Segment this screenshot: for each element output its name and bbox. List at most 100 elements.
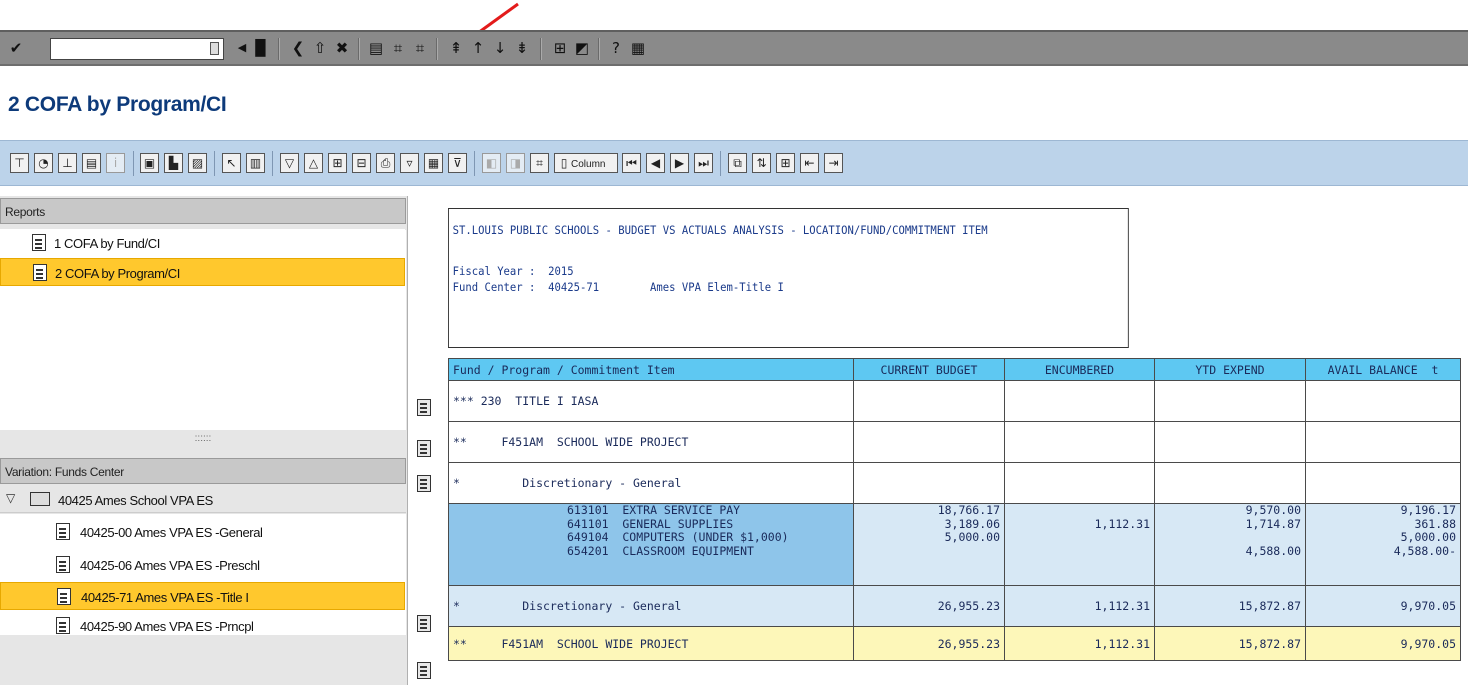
drilldown-row-icon[interactable] [417, 615, 431, 632]
info-icon[interactable]: i [106, 153, 125, 173]
drilldown-row-icon[interactable] [417, 440, 431, 457]
first-col-icon[interactable]: ⏮ [622, 153, 641, 173]
row-label: * Discretionary - General [448, 585, 854, 627]
layout-icon[interactable]: ⊞ [776, 153, 795, 173]
drilldown-row-icon[interactable] [417, 475, 431, 492]
columns-icon[interactable]: ▥ [246, 153, 265, 173]
toolbar-separator [436, 38, 438, 60]
expand-triangle-icon[interactable]: ▽ [6, 491, 15, 505]
column-header-fund[interactable]: Fund / Program / Commitment Item [448, 358, 854, 381]
spreadsheet-icon[interactable]: ▨ [188, 153, 207, 173]
drilldown-icon[interactable]: ↖ [222, 153, 241, 173]
help-icon[interactable]: ? [608, 40, 624, 56]
subtotal-row[interactable]: * Discretionary - General 26,955.23 1,11… [448, 585, 1461, 627]
shortcut-icon[interactable]: ◩ [574, 40, 590, 56]
last-page-icon[interactable]: ⇟ [514, 40, 530, 56]
detail-rows[interactable]: 613101 EXTRA SERVICE PAY 641101 GENERAL S… [448, 503, 1461, 586]
variation-item-label: 40425-90 Ames VPA ES -Prncpl [80, 619, 254, 634]
switch-icon[interactable]: ⧉ [728, 153, 747, 173]
table-row[interactable]: ** F451AM SCHOOL WIDE PROJECT [448, 421, 1461, 463]
folder-label: 40425 Ames School VPA ES [58, 493, 213, 508]
toolbar-separator [272, 151, 273, 176]
variation-folder[interactable]: ▽ 40425 Ames School VPA ES [0, 485, 406, 513]
last-col-icon[interactable]: ⏭ [694, 153, 713, 173]
hierarchy-icon[interactable]: ⊤ [10, 153, 29, 173]
cell-value [858, 545, 1000, 559]
col-left-icon[interactable]: ⇤ [800, 153, 819, 173]
variation-item-90[interactable]: 40425-90 Ames VPA ES -Prncpl [0, 612, 405, 640]
exit-icon[interactable]: ⇧ [312, 40, 328, 56]
display-icon[interactable]: ▦ [424, 153, 443, 173]
drilldown-row-icon[interactable] [417, 399, 431, 416]
print-icon[interactable]: ▤ [368, 40, 384, 56]
table-icon[interactable]: ▤ [82, 153, 101, 173]
panel-splitter[interactable]: :::::: [0, 434, 406, 454]
variation-item-00[interactable]: 40425-00 Ames VPA ES -General [0, 518, 405, 546]
variation-item-06[interactable]: 40425-06 Ames VPA ES -Preschl [0, 551, 405, 579]
cell-value: 361.88 [1414, 516, 1456, 531]
row-label: * Discretionary - General [448, 462, 854, 504]
local-file-icon[interactable]: ▙ [164, 153, 183, 173]
detail-labels: 613101 EXTRA SERVICE PAY 641101 GENERAL S… [448, 503, 854, 586]
find-icon[interactable]: ⌗ [390, 40, 406, 56]
col-right-icon[interactable]: ⇥ [824, 153, 843, 173]
drilldown-row-icon[interactable] [417, 662, 431, 679]
previous-page-icon[interactable]: ↑ [470, 40, 486, 56]
print-icon[interactable]: ⎙ [376, 153, 395, 173]
command-field[interactable] [50, 38, 224, 60]
prev-col-icon[interactable]: ◀ [646, 153, 665, 173]
first-page-icon[interactable]: ⇞ [448, 40, 464, 56]
column-button[interactable]: ▯ Column [554, 153, 618, 173]
expand-all-icon[interactable]: ⊞ [328, 153, 347, 173]
column-header-budget[interactable]: CURRENT BUDGET [853, 358, 1005, 381]
find-next-icon[interactable]: ⌗ [412, 40, 428, 56]
right-col-icon[interactable]: ◨ [506, 153, 525, 173]
collapse-icon[interactable]: △ [304, 153, 323, 173]
filter-icon[interactable]: ▿ [400, 153, 419, 173]
column-header-ytd[interactable]: YTD EXPEND [1154, 358, 1306, 381]
cell-value [1009, 545, 1150, 559]
expand-icon[interactable]: ▽ [280, 153, 299, 173]
report-item-1[interactable]: 1 COFA by Fund/CI [0, 229, 405, 257]
left-col-icon[interactable]: ◧ [482, 153, 501, 173]
report-item-label: 2 COFA by Program/CI [55, 266, 180, 281]
cell-value: 5,000.00 [944, 530, 1000, 544]
left-navigation-panel: Reports 1 COFA by Fund/CI 2 COFA by Prog… [0, 196, 408, 685]
next-col-icon[interactable]: ▶ [670, 153, 689, 173]
structure-icon[interactable]: ⊥ [58, 153, 77, 173]
application-toolbar: ⊤ ◔ ⊥ ▤ i ▣ ▙ ▨ ↖ ▥ ▽ △ ⊞ ⊟ ⎙ ▿ ▦ ⊽ ◧ ◨ … [0, 140, 1468, 186]
export-icon[interactable]: ▣ [140, 153, 159, 173]
cell-value: 1,714.87 [1245, 516, 1301, 531]
variation-item-71[interactable]: 40425-71 Ames VPA ES -Title I [0, 582, 405, 610]
layout-icon[interactable]: ▦ [630, 40, 646, 56]
table-row[interactable]: *** 230 TITLE I IASA [448, 380, 1461, 422]
row-label: ** F451AM SCHOOL WIDE PROJECT [448, 421, 854, 463]
report-item-2[interactable]: 2 COFA by Program/CI [0, 258, 405, 286]
report-item-label: 1 COFA by Fund/CI [54, 236, 160, 251]
filter-funnel-icon[interactable]: ⊽ [448, 153, 467, 173]
cell-value: 1,112.31 [1004, 585, 1155, 627]
cancel-icon[interactable]: ✖ [334, 40, 350, 56]
create-session-icon[interactable]: ⊞ [552, 40, 568, 56]
table-row[interactable]: * Discretionary - General [448, 462, 1461, 504]
document-icon [33, 264, 47, 281]
column-header-encumbered[interactable]: ENCUMBERED [1004, 358, 1155, 381]
document-icon [56, 617, 70, 634]
column-header-avail[interactable]: AVAIL BALANCE t [1305, 358, 1461, 381]
total-row[interactable]: ** F451AM SCHOOL WIDE PROJECT 26,955.23 … [448, 626, 1461, 661]
back-icon[interactable]: ❮ [290, 40, 306, 56]
save-icon[interactable]: ▉ [253, 40, 269, 56]
collapse-all-icon[interactable]: ⊟ [352, 153, 371, 173]
next-page-icon[interactable]: ↓ [492, 40, 508, 56]
cell-value [1009, 505, 1150, 518]
variation-item-label: 40425-06 Ames VPA ES -Preschl [80, 558, 260, 573]
sort-icon[interactable]: ⇅ [752, 153, 771, 173]
cell-value: 4,588.00- [1393, 543, 1456, 558]
dropdown-icon[interactable] [210, 42, 219, 55]
variation-header: Variation: Funds Center [0, 458, 406, 484]
enter-icon[interactable]: ✔ [8, 40, 24, 56]
find-icon[interactable]: ⌗ [530, 153, 549, 173]
graphic-icon[interactable]: ◔ [34, 153, 53, 173]
document-icon [56, 556, 70, 573]
back-nav-icon[interactable]: ◀ [234, 40, 250, 56]
